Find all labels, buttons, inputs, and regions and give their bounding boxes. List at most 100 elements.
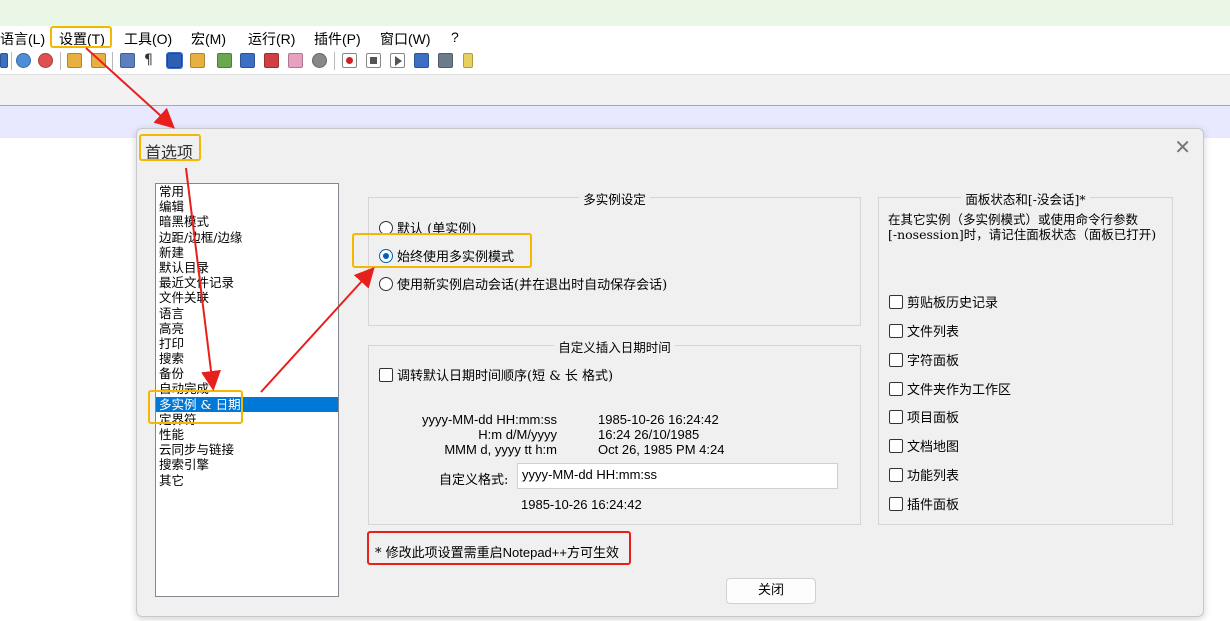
menu-tools[interactable]: 工具(O) <box>124 29 172 49</box>
stop-macro-icon[interactable] <box>366 53 381 68</box>
checkbox-label: 功能列表 <box>907 469 960 484</box>
checkbox-doc-map[interactable]: 文档地图 <box>889 436 959 455</box>
category-item[interactable]: 云同步与链接 <box>156 442 338 457</box>
checkbox[interactable] <box>379 367 393 382</box>
category-item[interactable]: 备份 <box>156 366 338 381</box>
menu-plugins[interactable]: 插件(P) <box>314 29 361 49</box>
tab-bar <box>0 75 1230 106</box>
checkbox-label: 文档地图 <box>907 440 960 455</box>
checkbox-label: 文件列表 <box>907 325 960 340</box>
category-item[interactable]: 性能 <box>156 427 338 442</box>
window-titlebar <box>0 0 1230 26</box>
category-item[interactable]: 定界符 <box>156 412 338 427</box>
checkbox-folder-workspace[interactable]: 文件夹作为工作区 <box>889 379 1011 398</box>
category-item[interactable]: 常用 <box>156 184 338 199</box>
category-item[interactable]: 自动完成 <box>156 381 338 396</box>
checkbox[interactable] <box>889 352 903 367</box>
category-item[interactable]: 搜索引擎 <box>156 457 338 472</box>
format-patterns: yyyy-MM-dd HH:mm:ss H:m d/M/yyyy MMM d, … <box>389 412 557 457</box>
checkbox[interactable] <box>889 496 903 511</box>
checkbox-file-list[interactable]: 文件列表 <box>889 321 959 340</box>
custom-format-preview: 1985-10-26 16:24:42 <box>521 497 642 512</box>
restart-notice: * 修改此项设置需重启Notepad++方可生效 <box>375 542 619 561</box>
show-all-chars-icon[interactable]: ¶ <box>144 53 159 68</box>
save-macro-icon[interactable] <box>438 53 453 68</box>
open-icon[interactable] <box>0 53 8 68</box>
zoom-in-icon[interactable] <box>16 53 31 68</box>
notice-tail: 方可生效 <box>566 546 619 561</box>
category-item[interactable]: 边距/边框/边缘 <box>156 230 338 245</box>
category-item[interactable]: 默认目录 <box>156 260 338 275</box>
category-item[interactable]: 最近文件记录 <box>156 275 338 290</box>
sync-vertical-icon[interactable] <box>67 53 82 68</box>
radio-label: 默认 (单实例) <box>397 222 477 237</box>
folder-workspace-icon[interactable] <box>288 53 303 68</box>
checkbox-clipboard-history[interactable]: 剪贴板历史记录 <box>889 292 998 311</box>
category-item[interactable]: 暗黑模式 <box>156 214 338 229</box>
sync-horizontal-icon[interactable] <box>91 53 106 68</box>
checkbox-function-list[interactable]: 功能列表 <box>889 465 959 484</box>
zoom-out-icon[interactable] <box>38 53 53 68</box>
checkbox[interactable] <box>889 294 903 309</box>
radio-default-single[interactable]: 默认 (单实例) <box>379 218 476 237</box>
category-item[interactable]: 文件关联 <box>156 290 338 305</box>
preferences-dialog: 首选项 ✕ 常用 编辑 暗黑模式 边距/边框/边缘 新建 默认目录 最近文件记录… <box>136 128 1204 617</box>
indent-guide-icon[interactable] <box>166 52 183 69</box>
menu-language[interactable]: 语言(L) <box>0 29 45 49</box>
checkbox[interactable] <box>889 438 903 453</box>
category-item[interactable]: 打印 <box>156 336 338 351</box>
function-list-icon[interactable] <box>264 53 279 68</box>
toolbar: ¶ <box>0 48 1230 75</box>
description-line: 在其它实例（多实例模式）或使用命令行参数 <box>888 212 1139 227</box>
format-example: 16:24 26/10/1985 <box>598 427 700 442</box>
doc-map-icon[interactable] <box>217 53 232 68</box>
record-macro-icon[interactable] <box>342 53 357 68</box>
reverse-datetime-checkbox[interactable]: 调转默认日期时间顺序(短 & 长 格式) <box>379 365 613 384</box>
monitor-icon[interactable] <box>312 53 327 68</box>
radio-new-instance-session[interactable]: 使用新实例启动会话(并在退出时自动保存会话) <box>379 274 667 293</box>
radio-button[interactable] <box>379 220 393 235</box>
category-item[interactable]: 编辑 <box>156 199 338 214</box>
run-macro-multi-icon[interactable] <box>414 53 429 68</box>
checkbox[interactable] <box>889 467 903 482</box>
plugin-icon[interactable] <box>463 53 473 68</box>
category-list[interactable]: 常用 编辑 暗黑模式 边距/边框/边缘 新建 默认目录 最近文件记录 文件关联 … <box>155 183 339 597</box>
checkbox-project-panel[interactable]: 项目面板 <box>889 407 959 426</box>
category-item[interactable]: 语言 <box>156 306 338 321</box>
category-item[interactable]: 新建 <box>156 245 338 260</box>
custom-format-input[interactable]: yyyy-MM-dd HH:mm:ss <box>517 463 838 489</box>
category-item[interactable]: 搜索 <box>156 351 338 366</box>
category-item[interactable]: 高亮 <box>156 321 338 336</box>
language-udl-icon[interactable] <box>190 53 205 68</box>
checkbox[interactable] <box>889 323 903 338</box>
panel-state-title: 面板状态和[-没会话]* <box>961 192 1090 207</box>
word-wrap-icon[interactable] <box>120 53 135 68</box>
checkbox[interactable] <box>889 409 903 424</box>
notice-text: * 修改此项设置需重启 <box>375 546 503 561</box>
radio-button-selected[interactable] <box>379 248 393 263</box>
datetime-title: 自定义插入日期时间 <box>554 340 675 355</box>
radio-button[interactable] <box>379 276 393 291</box>
toolbar-separator <box>60 52 61 70</box>
menu-window[interactable]: 窗口(W) <box>380 29 431 49</box>
checkbox-char-panel[interactable]: 字符面板 <box>889 350 959 369</box>
close-button[interactable]: 关闭 <box>726 578 816 604</box>
close-icon[interactable]: ✕ <box>1174 135 1191 159</box>
notice-app-name: Notepad++ <box>502 545 567 560</box>
multi-instance-title: 多实例设定 <box>579 192 650 207</box>
category-item[interactable]: 其它 <box>156 473 338 488</box>
menu-help[interactable]: ? <box>451 29 459 45</box>
format-example: 1985-10-26 16:24:42 <box>598 412 719 427</box>
play-macro-icon[interactable] <box>390 53 405 68</box>
doc-list-icon[interactable] <box>240 53 255 68</box>
menu-macro[interactable]: 宏(M) <box>191 29 226 49</box>
checkbox-label: 项目面板 <box>907 411 960 426</box>
menu-run[interactable]: 运行(R) <box>248 29 295 49</box>
category-item-selected[interactable]: 多实例 & 日期 <box>156 396 338 412</box>
checkbox-plugin-panel[interactable]: 插件面板 <box>889 494 959 513</box>
radio-always-multi[interactable]: 始终使用多实例模式 <box>379 246 514 265</box>
checkbox[interactable] <box>889 381 903 396</box>
toolbar-separator <box>11 52 12 70</box>
menu-settings[interactable]: 设置(T) <box>59 29 105 49</box>
format-pattern: MMM d, yyyy tt h:m <box>444 442 557 457</box>
